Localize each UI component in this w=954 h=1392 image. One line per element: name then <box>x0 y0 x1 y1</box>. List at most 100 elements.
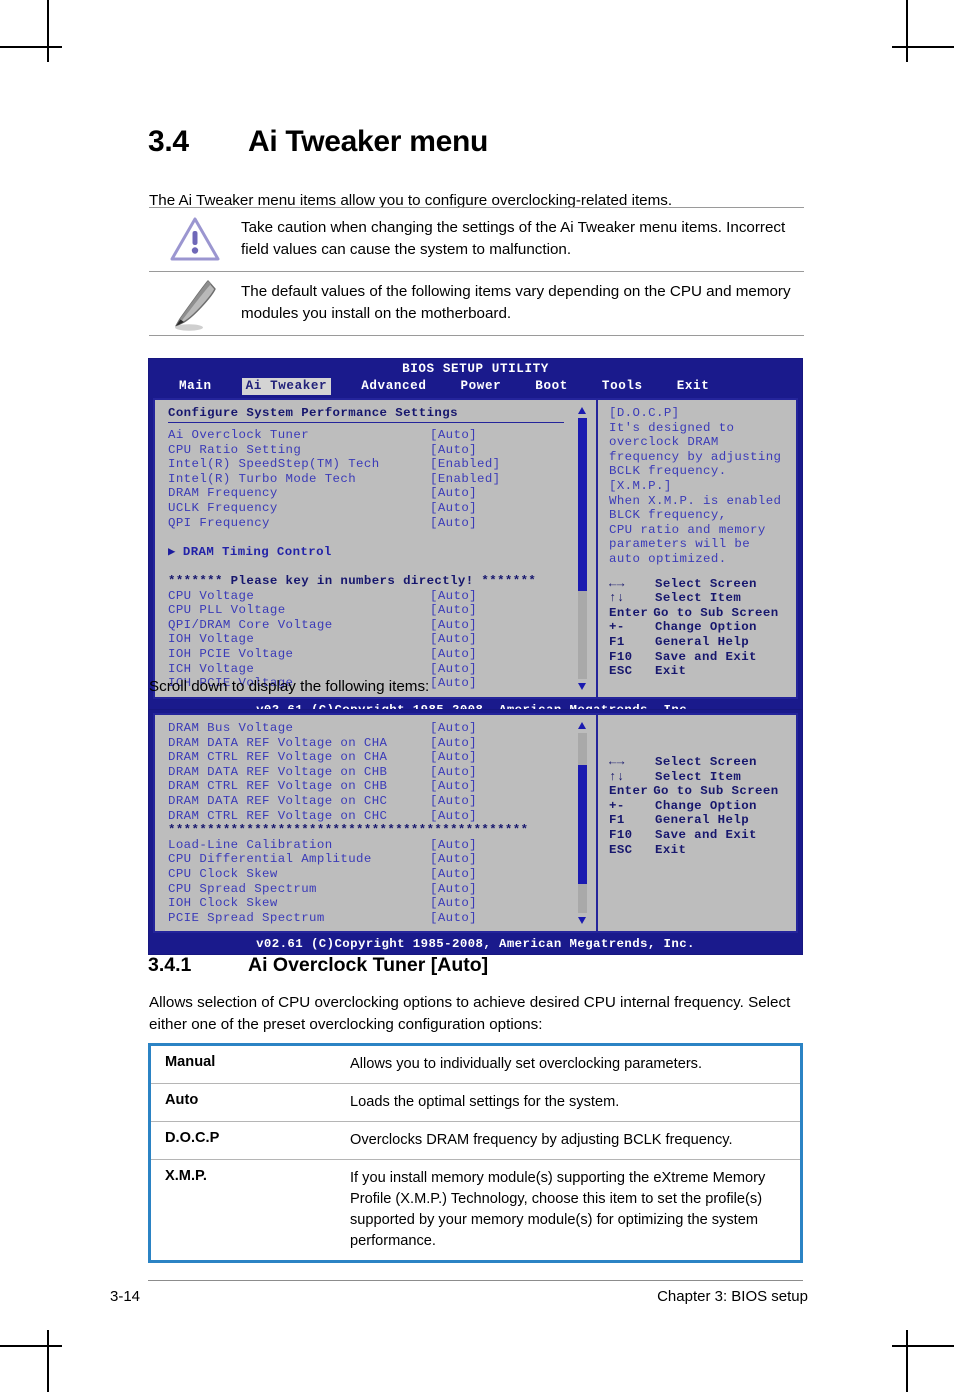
setting-label: Ai Overclock Tuner <box>168 428 310 442</box>
bios-screenshot-2: DRAM Bus Voltage [Auto] DRAM DATA REF Vo… <box>148 709 803 956</box>
footer-rule <box>148 1280 803 1281</box>
setting-label: DRAM CTRL REF Voltage on CHB <box>168 779 388 794</box>
crop-mark-bottom-left <box>47 1330 49 1392</box>
bios-setting-row[interactable]: IOH PCIE Voltage [Auto] <box>168 647 596 662</box>
key-hint: +- Change Option <box>609 620 790 635</box>
bios-help-pane-1: [D.O.C.P] It's designed to overclock DRA… <box>596 400 796 697</box>
bios-setting-row[interactable]: DRAM DATA REF Voltage on CHC [Auto] <box>168 794 596 809</box>
bios-settings-pane-1: Configure System Performance Settings Ai… <box>155 400 596 697</box>
bios-setting-row[interactable]: CPU Clock Skew [Auto] <box>168 867 596 882</box>
bios-setting-row[interactable]: DRAM DATA REF Voltage on CHB [Auto] <box>168 765 596 780</box>
crop-mark-right-bottom <box>892 1345 954 1347</box>
note-warning: Take caution when changing the settings … <box>149 207 804 272</box>
setting-label: CPU Clock Skew <box>168 866 278 881</box>
bios-setting-row[interactable]: DRAM CTRL REF Voltage on CHB [Auto] <box>168 779 596 794</box>
bios-setting-row[interactable]: DRAM Bus Voltage [Auto] <box>168 721 596 736</box>
setting-value: [Auto] <box>430 896 478 911</box>
key-desc: Exit <box>655 664 687 679</box>
key-glyph: Enter <box>609 784 649 799</box>
note-warning-text: Take caution when changing the settings … <box>241 219 786 258</box>
bios-setting-row[interactable]: CPU Voltage [Auto] <box>168 589 596 604</box>
key-glyph: ↑↓ <box>609 591 625 606</box>
bios-setting-row[interactable]: DRAM Frequency [Auto] <box>168 486 596 501</box>
bios-setting-row[interactable]: Load-Line Calibration [Auto] <box>168 838 596 853</box>
setting-value: [Auto] <box>430 500 478 515</box>
bios-setting-row[interactable]: CPU Differential Amplitude [Auto] <box>168 852 596 867</box>
key-hint: F10 Save and Exit <box>609 828 790 843</box>
bios-setting-row[interactable]: IOH Voltage [Auto] <box>168 632 596 647</box>
bios-setting-row[interactable]: QPI/DRAM Core Voltage [Auto] <box>168 618 596 633</box>
subsection-body: Allows selection of CPU overclocking opt… <box>149 994 791 1034</box>
table-row: D.O.C.P Overclocks DRAM frequency by adj… <box>151 1122 800 1160</box>
setting-value: [Auto] <box>430 617 478 632</box>
setting-label: DRAM CTRL REF Voltage on CHC <box>168 808 388 823</box>
scroll-up-arrow-icon[interactable] <box>578 407 586 414</box>
bios-setting-row[interactable]: DRAM CTRL REF Voltage on CHC [Auto] <box>168 809 596 824</box>
key-desc: General Help <box>655 813 750 828</box>
key-hint: ESC Exit <box>609 843 790 858</box>
bios-setting-row[interactable]: CPU Ratio Setting [Auto] <box>168 443 596 458</box>
bios-body-1: Configure System Performance Settings Ai… <box>153 398 798 699</box>
setting-label: IOH PCIE Voltage <box>168 646 294 661</box>
setting-value: [Auto] <box>430 603 478 618</box>
bios-setting-row[interactable]: IOH Clock Skew [Auto] <box>168 896 596 911</box>
table-row: X.M.P. If you install memory module(s) s… <box>151 1160 800 1260</box>
key-hint: ←→ Select Screen <box>609 577 790 592</box>
setting-label: QPI Frequency <box>168 515 270 530</box>
bios-tab-main[interactable]: Main <box>175 378 216 395</box>
setting-label: QPI/DRAM Core Voltage <box>168 617 333 632</box>
setting-label: CPU Differential Amplitude <box>168 852 372 867</box>
bios-setting-row[interactable]: Intel(R) SpeedStep(TM) Tech [Enabled] <box>168 457 596 472</box>
bios-setting-row[interactable]: UCLK Frequency [Auto] <box>168 501 596 516</box>
help-text-line: BLCK frequency, <box>609 508 727 523</box>
bios-setting-row[interactable]: QPI Frequency [Auto] <box>168 516 596 531</box>
bios-setting-row[interactable]: Ai Overclock Tuner [Auto] <box>168 428 596 443</box>
scrollbar-thumb[interactable] <box>578 765 587 884</box>
bios-submenu-dram-timing-control[interactable]: ▶ DRAM Timing Control <box>168 545 596 560</box>
setting-label: CPU Voltage <box>168 588 255 603</box>
scroll-down-arrow-icon[interactable] <box>578 917 586 925</box>
bios-scrollbar-1[interactable] <box>577 406 588 691</box>
key-glyph: F1 <box>609 813 625 828</box>
scroll-down-arrow-icon[interactable] <box>578 682 586 690</box>
note-info: The default values of the following item… <box>149 272 804 336</box>
setting-value: [Auto] <box>430 721 478 735</box>
key-glyph: ESC <box>609 842 633 857</box>
key-glyph: Enter <box>609 605 649 620</box>
bios-setting-row[interactable]: ICH Voltage [Auto] <box>168 662 596 677</box>
key-desc: Select Item <box>655 769 742 784</box>
bios-spacer <box>168 530 596 545</box>
setting-label: IOH Voltage <box>168 632 255 647</box>
bios-tab-exit[interactable]: Exit <box>673 378 714 395</box>
key-hint: +- Change Option <box>609 799 790 814</box>
bios-tab-boot[interactable]: Boot <box>531 378 572 395</box>
key-glyph: ←→ <box>609 755 625 769</box>
help-text-line: BCLK frequency. <box>609 464 727 479</box>
scroll-up-arrow-icon[interactable] <box>578 722 586 729</box>
key-hint: Enter Go to Sub Screen <box>609 606 790 621</box>
bios-setting-row[interactable]: DRAM CTRL REF Voltage on CHA [Auto] <box>168 750 596 765</box>
subsection-number: 3.4.1 <box>148 954 192 977</box>
key-hint: F1 General Help <box>609 813 790 828</box>
setting-value: [Auto] <box>430 910 478 925</box>
bios-setting-row[interactable]: CPU Spread Spectrum [Auto] <box>168 882 596 897</box>
key-desc: General Help <box>655 634 750 649</box>
option-term: X.M.P. <box>165 1168 207 1184</box>
bios-tab-tools[interactable]: Tools <box>598 378 647 395</box>
bios-tab-ai-tweaker[interactable]: Ai Tweaker <box>241 378 332 395</box>
bios-screenshot-1: BIOS SETUP UTILITY Main Ai Tweaker Advan… <box>148 358 803 721</box>
scrollbar-thumb[interactable] <box>578 418 587 591</box>
bios-setting-row[interactable]: CPU PLL Voltage [Auto] <box>168 603 596 618</box>
bios-tab-advanced[interactable]: Advanced <box>357 378 430 395</box>
crop-mark-bottom-right <box>906 1330 908 1392</box>
key-hint: F1 General Help <box>609 635 790 650</box>
option-term: Manual <box>165 1054 216 1070</box>
bios-setting-row[interactable]: PCIE Spread Spectrum [Auto] <box>168 911 596 926</box>
bios-tab-power[interactable]: Power <box>456 378 505 395</box>
bios-setting-row[interactable]: DRAM DATA REF Voltage on CHA [Auto] <box>168 736 596 751</box>
bios-setting-row[interactable]: Intel(R) Turbo Mode Tech [Enabled] <box>168 472 596 487</box>
help-text-line: overclock DRAM <box>609 435 719 450</box>
key-desc: Save and Exit <box>655 649 757 664</box>
setting-label: Intel(R) Turbo Mode Tech <box>168 471 357 486</box>
bios-scrollbar-2[interactable] <box>577 721 588 926</box>
